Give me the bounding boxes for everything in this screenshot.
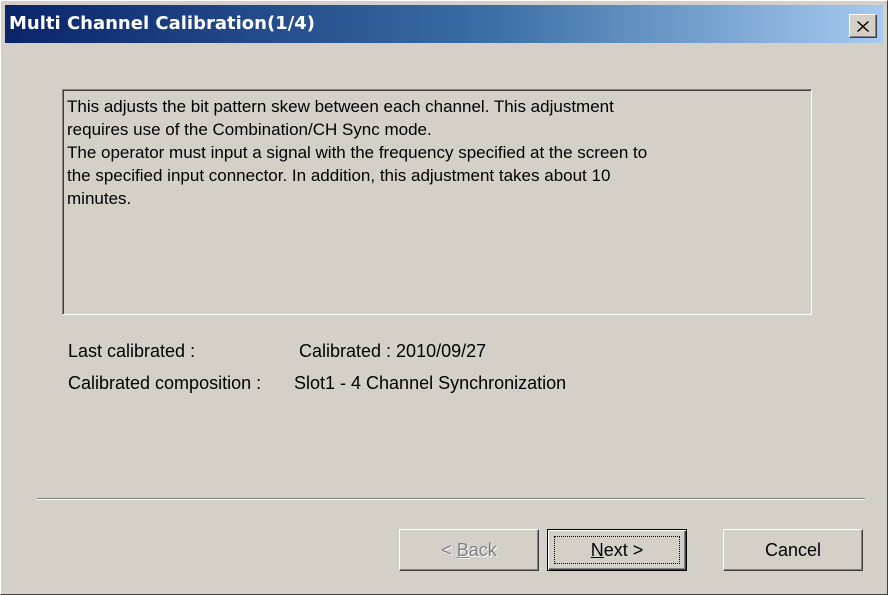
close-icon [857, 20, 869, 32]
back-button[interactable]: < Back [399, 529, 539, 571]
last-calibrated-value: Calibrated : 2010/09/27 [299, 341, 487, 361]
title-bar[interactable]: Multi Channel Calibration(1/4) [5, 5, 883, 43]
next-button-label: Next > [590, 539, 644, 560]
description-box: This adjusts the bit pattern skew betwee… [62, 89, 812, 315]
description-line: The operator must input a signal with th… [67, 143, 648, 162]
cancel-button[interactable]: Cancel [723, 529, 863, 571]
last-calibrated-label: Last calibrated : [68, 341, 196, 361]
window-title: Multi Channel Calibration(1/4) [9, 13, 316, 34]
close-button[interactable] [849, 14, 877, 38]
description-line: requires use of the Combination/CH Sync … [67, 120, 432, 139]
cancel-button-label: Cancel [764, 539, 822, 560]
next-button[interactable]: Next > [547, 529, 687, 571]
calibration-dialog: Multi Channel Calibration(1/4) This adju… [0, 0, 888, 595]
description-line: minutes. [67, 189, 132, 208]
calibrated-composition-value: Slot1 - 4 Channel Synchronization [294, 373, 567, 393]
back-button-label: < Back [441, 539, 497, 560]
calibrated-composition-label: Calibrated composition : [68, 373, 262, 393]
separator-line [37, 498, 865, 500]
description-line: the specified input connector. In additi… [67, 166, 611, 185]
description-line: This adjusts the bit pattern skew betwee… [67, 97, 614, 116]
